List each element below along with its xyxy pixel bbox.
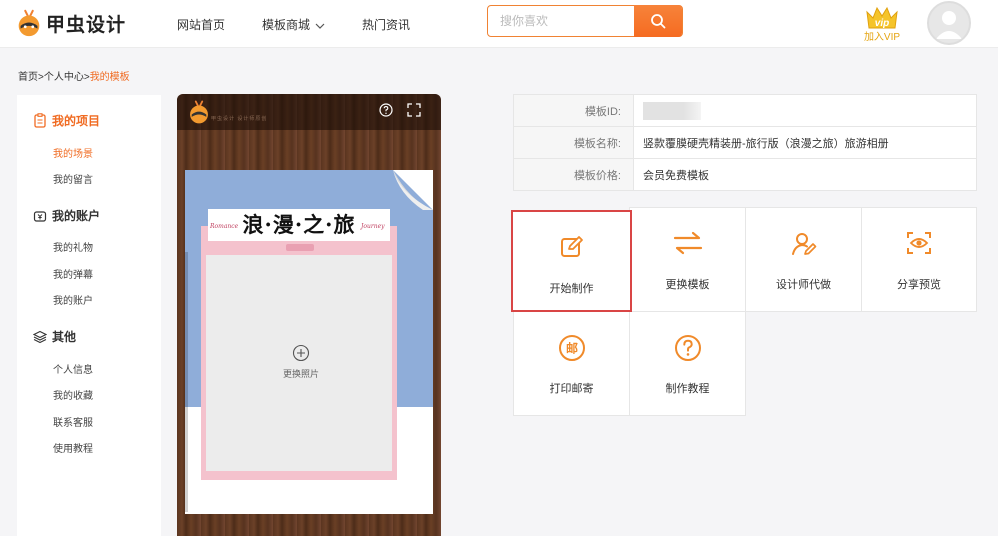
album-title-badge [286, 244, 314, 251]
change-template-button[interactable]: 更换模板 [629, 207, 746, 312]
sidebar-group-label: 其他 [52, 330, 77, 344]
template-name-value: 竖款覆膜硬壳精装册-旅行版（浪漫之旅）旅游相册 [633, 126, 977, 159]
album-subtitle-right: Journey [361, 223, 385, 230]
sidebar-item-my-account[interactable]: 我的账户 [53, 292, 93, 307]
brand-logo[interactable]: 甲虫设计 [16, 6, 126, 40]
join-vip-label: 加入VIP [863, 32, 901, 43]
sidebar-item-my-messages[interactable]: 我的留言 [53, 171, 93, 186]
sidebar-item-my-gifts[interactable]: 我的礼物 [53, 239, 93, 254]
beetle-logo-icon [190, 100, 208, 124]
preview-logo-caption: 甲虫设计 设计师原创 [211, 116, 268, 122]
table-row: 模板ID: [513, 94, 977, 127]
search-icon [651, 14, 666, 29]
replace-photo-button[interactable]: 更换照片 [273, 344, 329, 380]
preview-top-bar: 甲虫设计 设计师原创 [177, 94, 441, 130]
template-preview-phone: 甲虫设计 设计师原创 浪·漫·之·旅 Romance Journey 更换照片 [177, 94, 441, 536]
album-subtitle-left: Romance [210, 223, 239, 230]
search-button[interactable] [634, 5, 682, 37]
sidebar-item-tutorial[interactable]: 使用教程 [53, 440, 93, 455]
user-avatar[interactable] [927, 1, 971, 45]
sidebar-group-label: 我的账户 [52, 209, 101, 223]
change-template-label: 更换模板 [665, 279, 710, 291]
preview-controls [379, 103, 421, 117]
breadcrumb-home[interactable]: 首页 [18, 72, 38, 83]
share-preview-label: 分享预览 [897, 279, 941, 291]
fullscreen-icon[interactable] [407, 103, 421, 117]
top-header: 甲虫设计 网站首页 模板商城 热门资讯 vip 加入VIP [0, 0, 998, 48]
sidebar-group-other[interactable]: 其他 [33, 328, 76, 345]
sidebar-item-my-danmaku[interactable]: 我的弹幕 [53, 266, 93, 281]
sidebar-item-contact-support[interactable]: 联系客服 [53, 414, 93, 429]
designer-service-button[interactable]: 设计师代做 [745, 207, 862, 312]
help-icon [674, 335, 701, 361]
sidebar-item-personal-info[interactable]: 个人信息 [53, 361, 93, 376]
nav-templates-dropdown[interactable]: 模板商城 [262, 16, 325, 33]
vip-crown-icon: vip [866, 6, 898, 29]
nav-templates-label: 模板商城 [262, 18, 311, 32]
page-spine-shadow [185, 252, 188, 512]
sidebar-item-my-scenes[interactable]: 我的场景 [53, 145, 93, 160]
replace-photo-label: 更换照片 [282, 369, 319, 379]
chevron-down-icon [315, 23, 325, 29]
breadcrumb-current: 我的模板 [89, 72, 130, 83]
tutorial-label: 制作教程 [665, 383, 710, 395]
start-making-button[interactable]: 开始制作 [511, 210, 632, 312]
nav-news-link[interactable]: 热门资讯 [362, 16, 410, 33]
table-row: 模板价格: 会员免费模板 [513, 158, 977, 191]
template-price-value: 会员免费模板 [633, 158, 977, 191]
plus-circle-icon [292, 344, 310, 362]
start-making-label: 开始制作 [549, 283, 594, 295]
template-id-value [633, 94, 977, 127]
sidebar: 我的项目 我的场景 我的留言 我的账户 我的礼物 我的弹幕 我的账户 其他 个人… [17, 95, 161, 536]
swap-icon [673, 231, 702, 255]
beetle-logo-icon [18, 9, 40, 37]
sidebar-group-account[interactable]: 我的账户 [33, 207, 100, 224]
table-row: 模板名称: 竖款覆膜硬壳精装册-旅行版（浪漫之旅）旅游相册 [513, 126, 977, 159]
template-info-table: 模板ID: 模板名称: 竖款覆膜硬壳精装册-旅行版（浪漫之旅）旅游相册 模板价格… [513, 94, 977, 191]
sidebar-group-label: 我的项目 [52, 114, 101, 128]
wallet-icon [33, 210, 47, 222]
edit-icon [560, 236, 583, 257]
mail-stamp-icon: 邮 [558, 335, 585, 361]
print-mail-label: 打印邮寄 [549, 383, 594, 395]
page-curl-icon[interactable] [393, 170, 433, 210]
join-vip-button[interactable]: vip 加入VIP [862, 4, 902, 43]
sidebar-item-favorites[interactable]: 我的收藏 [53, 387, 93, 402]
layers-icon [33, 330, 47, 343]
template-id-redacted [643, 101, 701, 120]
help-circle-icon[interactable] [379, 103, 393, 117]
search-box [487, 5, 683, 37]
print-mail-button[interactable]: 邮 打印邮寄 [513, 311, 630, 416]
template-name-label: 模板名称: [513, 126, 634, 159]
document-icon [34, 113, 46, 128]
template-id-label: 模板ID: [513, 94, 634, 127]
nav-home-link[interactable]: 网站首页 [177, 16, 225, 33]
svg-text:邮: 邮 [565, 341, 577, 356]
eye-preview-icon [907, 232, 931, 254]
breadcrumb-personal-center[interactable]: 个人中心 [44, 72, 84, 83]
brand-name: 甲虫设计 [46, 14, 127, 36]
designer-icon [791, 233, 816, 255]
share-preview-button[interactable]: 分享预览 [861, 207, 977, 312]
tutorial-button[interactable]: 制作教程 [629, 311, 746, 416]
search-input[interactable] [488, 6, 636, 36]
breadcrumb: 首页>个人中心>我的模板 [18, 68, 130, 83]
sidebar-group-projects[interactable]: 我的项目 [33, 112, 100, 129]
user-placeholder-icon [936, 11, 962, 39]
template-price-label: 模板价格: [513, 158, 634, 191]
designer-service-label: 设计师代做 [776, 279, 831, 291]
